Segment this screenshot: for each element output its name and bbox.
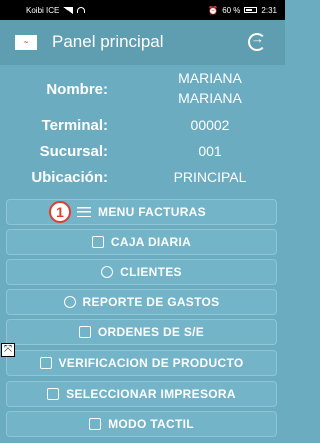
logout-icon[interactable]: [248, 31, 266, 51]
nombre-label: Nombre:: [46, 81, 108, 98]
logo-mark: ~: [23, 39, 29, 46]
button-label: REPORTE DE GASTOS: [82, 295, 220, 309]
ubicacion-value: PRINCIPAL: [173, 169, 247, 185]
nombre-value-line1: MARIANA: [178, 70, 242, 86]
orders-icon: [78, 326, 91, 338]
caja-diaria-button[interactable]: CAJA DIARIA: [6, 229, 277, 255]
signal-icon: [63, 6, 74, 14]
cash-register-icon: [91, 236, 104, 248]
wifi-icon: [77, 7, 86, 13]
product-check-icon: [39, 357, 52, 369]
clientes-button[interactable]: CLIENTES: [6, 259, 277, 285]
terminal-label: Terminal:: [41, 117, 108, 134]
button-label: SELECCIONAR IMPRESORA: [66, 387, 236, 401]
coca-cola-logo-icon: ~: [15, 35, 37, 50]
status-right: ⏰ 60 % 2:31: [208, 6, 277, 15]
button-label: CLIENTES: [120, 265, 182, 279]
button-label: MENU FACTURAS: [98, 205, 206, 219]
button-label: VERIFICACION DE PRODUCTO: [58, 356, 244, 370]
modo-tactil-button[interactable]: MODO TACTIL: [6, 411, 277, 437]
touch-icon: [89, 418, 102, 430]
step-badge: 1: [49, 201, 71, 223]
button-label: CAJA DIARIA: [110, 235, 192, 249]
report-icon: [63, 296, 76, 308]
reporte-gastos-button[interactable]: REPORTE DE GASTOS: [6, 289, 277, 315]
button-label: ORDENES DE S/E: [97, 325, 205, 339]
terminal-value: 00002: [190, 117, 230, 133]
status-left: Koibi ICE: [26, 5, 86, 15]
battery-icon: [244, 7, 258, 13]
menu-facturas-button[interactable]: MENU FACTURAS: [6, 199, 277, 225]
verificacion-producto-button[interactable]: VERIFICACION DE PRODUCTO: [6, 350, 277, 376]
carrier-label: Koibi ICE: [26, 5, 60, 15]
printer-icon: [47, 388, 60, 400]
page-title: Panel principal: [52, 32, 164, 51]
sucursal-label: Sucursal:: [39, 143, 108, 160]
resize-handle-icon[interactable]: ⤧: [1, 343, 15, 357]
status-bar: Koibi ICE ⏰ 60 % 2:31: [0, 0, 285, 20]
seleccionar-impresora-button[interactable]: SELECCIONAR IMPRESORA: [6, 381, 277, 407]
button-label: MODO TACTIL: [108, 417, 194, 431]
menu-icon: [77, 207, 92, 217]
app-bar: ~ Panel principal: [0, 20, 285, 65]
clock: 2:31: [261, 5, 277, 15]
nombre-value-line2: MARIANA: [178, 90, 242, 106]
alarm-icon: ⏰: [208, 5, 219, 15]
users-icon: [101, 266, 114, 278]
ordenes-button[interactable]: ORDENES DE S/E: [6, 319, 277, 345]
ubicacion-label: Ubicación:: [31, 169, 108, 186]
sucursal-value: 001: [198, 143, 222, 159]
battery-percent: 60 %: [222, 5, 241, 15]
